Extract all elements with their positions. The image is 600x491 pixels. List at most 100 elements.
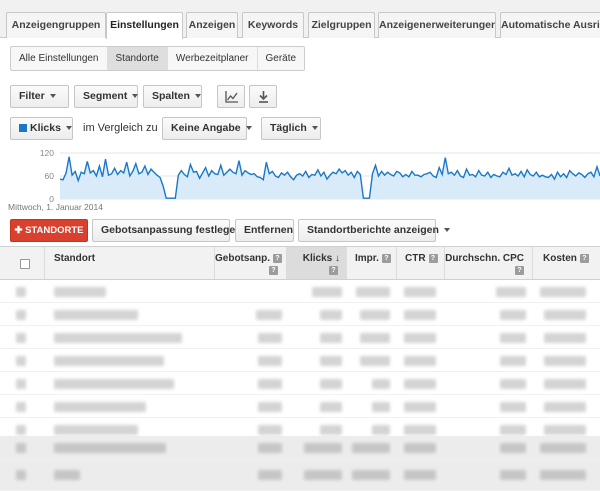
- subtab-werbezeitplaner[interactable]: Werbezeitplaner: [168, 47, 258, 70]
- obscured-cell: [258, 443, 282, 453]
- obscured-cell: [304, 470, 342, 480]
- obscured-cell: [404, 402, 436, 412]
- segment-dropdown[interactable]: Segment: [74, 85, 139, 108]
- obscured-cell: [404, 470, 436, 480]
- obscured-cell: [320, 333, 342, 343]
- table-header: Standort Gebotsanp.?? Klicks ↓? Impr.? C…: [0, 246, 600, 280]
- obscured-cell: [54, 379, 174, 389]
- obscured-cell: [16, 443, 26, 453]
- obscured-cell: [500, 425, 526, 435]
- column-header-ctr[interactable]: CTR?: [396, 247, 444, 279]
- obscured-cell: [500, 356, 526, 366]
- chevron-down-icon: [132, 94, 139, 99]
- obscured-cell: [404, 333, 436, 343]
- obscured-cell: [258, 402, 282, 412]
- column-header-bid-adjustment[interactable]: Gebotsanp.??: [214, 247, 286, 279]
- obscured-cell: [372, 379, 390, 389]
- obscured-cell: [404, 287, 436, 297]
- set-bid-adjustment-button[interactable]: Gebotsanpassung festlegen: [92, 219, 242, 242]
- table-row[interactable]: [0, 436, 600, 460]
- obscured-cell: [540, 443, 586, 453]
- subtab-alle-einstellungen[interactable]: Alle Einstellungen: [11, 47, 108, 70]
- tab-automatische-ausrichtung[interactable]: Automatische Ausrich: [500, 12, 600, 38]
- tab-zielgruppen[interactable]: Zielgruppen: [308, 12, 375, 38]
- set-bid-adjustment-label: Gebotsanpassung festlegen: [101, 224, 242, 236]
- remove-label: Entfernen: [244, 224, 294, 236]
- obscured-cell: [320, 310, 342, 320]
- filter-dropdown[interactable]: Filter: [10, 85, 69, 108]
- obscured-cell: [372, 402, 390, 412]
- tab-anzeigenerweiterungen[interactable]: Anzeigenerweiterungen: [378, 12, 496, 38]
- subtab-geraete[interactable]: Geräte: [258, 47, 305, 70]
- download-button[interactable]: [249, 85, 277, 108]
- compare-text: im Vergleich zu: [83, 122, 158, 134]
- column-header-cost[interactable]: Kosten?: [532, 247, 600, 279]
- compare-label: Keine Angabe: [171, 122, 241, 134]
- column-header-impressions[interactable]: Impr.?: [346, 247, 396, 279]
- obscured-cell: [54, 287, 106, 297]
- chevron-down-icon: [194, 94, 201, 99]
- obscured-cell: [16, 310, 26, 320]
- chevron-down-icon: [311, 126, 318, 131]
- obscured-cell: [404, 425, 436, 435]
- column-label-impressions: Impr.: [355, 253, 379, 264]
- compare-dropdown[interactable]: Keine Angabe: [162, 117, 252, 140]
- table-row[interactable]: [0, 350, 600, 372]
- help-icon[interactable]: ?: [269, 266, 278, 275]
- column-header-avg-cpc[interactable]: Durchschn. CPC?: [444, 247, 532, 279]
- location-reports-dropdown[interactable]: Standortberichte anzeigen: [298, 219, 450, 242]
- obscured-cell: [540, 287, 586, 297]
- remove-button[interactable]: Entfernen: [235, 219, 294, 242]
- obscured-cell: [360, 333, 390, 343]
- table-row[interactable]: [0, 327, 600, 349]
- obscured-cell: [258, 356, 282, 366]
- help-icon[interactable]: ?: [273, 253, 283, 263]
- obscured-cell: [258, 333, 282, 343]
- column-label-bid-adjustment: Gebotsanp.: [215, 253, 271, 264]
- column-header-location[interactable]: Standort: [44, 247, 214, 279]
- add-locations-label: STANDORTE: [25, 225, 84, 236]
- obscured-cell: [372, 425, 390, 435]
- download-icon: [259, 91, 268, 103]
- obscured-cell: [404, 356, 436, 366]
- chart-toggle-button[interactable]: [217, 85, 245, 108]
- location-reports-label: Standortberichte anzeigen: [307, 224, 439, 236]
- table-row[interactable]: [0, 460, 600, 491]
- obscured-cell: [54, 470, 80, 480]
- obscured-cell: [304, 443, 342, 453]
- obscured-cell: [16, 379, 26, 389]
- obscured-cell: [16, 425, 26, 435]
- obscured-cell: [54, 402, 146, 412]
- tab-anzeigen[interactable]: Anzeigen: [186, 12, 238, 38]
- obscured-cell: [544, 310, 586, 320]
- obscured-cell: [544, 356, 586, 366]
- obscured-cell: [320, 402, 342, 412]
- help-icon[interactable]: ?: [381, 253, 391, 263]
- table-row[interactable]: [0, 396, 600, 418]
- tab-einstellungen[interactable]: Einstellungen: [106, 12, 183, 39]
- obscured-cell: [404, 379, 436, 389]
- help-icon[interactable]: ?: [515, 266, 524, 275]
- table-row[interactable]: [0, 304, 600, 326]
- obscured-cell: [360, 310, 390, 320]
- add-locations-button[interactable]: ✚ STANDORTE: [10, 219, 88, 242]
- obscured-cell: [356, 287, 390, 297]
- columns-dropdown[interactable]: Spalten: [143, 85, 202, 108]
- obscured-cell: [54, 333, 182, 343]
- metric-dropdown[interactable]: Klicks: [10, 117, 73, 140]
- help-icon[interactable]: ?: [329, 266, 338, 275]
- interval-dropdown[interactable]: Täglich: [261, 117, 321, 140]
- tab-anzeigengruppen[interactable]: Anzeigengruppen: [6, 12, 106, 38]
- help-icon[interactable]: ?: [579, 253, 589, 263]
- table-row[interactable]: [0, 281, 600, 303]
- obscured-cell: [352, 443, 390, 453]
- obscured-cell: [320, 425, 342, 435]
- help-icon[interactable]: ?: [428, 253, 438, 263]
- obscured-cell: [500, 333, 526, 343]
- table-row[interactable]: [0, 373, 600, 395]
- column-header-clicks[interactable]: Klicks ↓?: [286, 247, 346, 279]
- select-all-checkbox[interactable]: [20, 259, 30, 269]
- obscured-cell: [258, 470, 282, 480]
- tab-keywords[interactable]: Keywords: [242, 12, 304, 38]
- subtab-standorte[interactable]: Standorte: [107, 47, 168, 70]
